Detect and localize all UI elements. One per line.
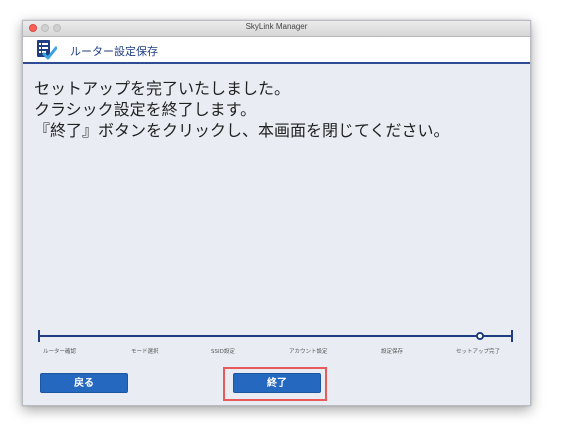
step-ssid-settings: SSID設定 <box>211 349 235 355</box>
step-save-settings: 設定保存 <box>381 349 404 355</box>
page-title: ルーター設定保存 <box>70 45 158 58</box>
window-title: SkyLink Manager <box>245 22 308 31</box>
progress-end-cap <box>511 330 513 342</box>
settings-checklist-icon <box>35 39 58 61</box>
finish-button[interactable]: 終了 <box>233 373 321 393</box>
step-setup-complete: セットアップ完了 <box>456 349 501 355</box>
setup-progress-bar <box>38 330 513 342</box>
title-bar: SkyLink Manager <box>23 21 530 37</box>
back-button[interactable]: 戻る <box>40 373 128 393</box>
progress-track <box>38 335 513 337</box>
step-mode-select: モード選択 <box>131 349 159 355</box>
step-router-check: ルーター確認 <box>43 349 77 355</box>
completion-message: セットアップを完了いたしました。 クラシック設定を終了します。 『終了』ボタンを… <box>34 78 450 141</box>
page-header: ルーター設定保存 <box>23 37 530 64</box>
skylink-manager-window: SkyLink Manager ルーター設定保存 セットアップを完了いたしました… <box>22 20 531 406</box>
message-line-1: セットアップを完了いたしました。 <box>34 79 291 98</box>
message-line-2: クラシック設定を終了します。 <box>34 100 257 119</box>
current-step-marker <box>476 332 484 340</box>
step-account-settings: アカウント設定 <box>289 349 328 355</box>
message-line-3: 『終了』ボタンをクリックし、本画面を閉じてください。 <box>34 121 450 140</box>
progress-start-cap <box>38 330 40 342</box>
